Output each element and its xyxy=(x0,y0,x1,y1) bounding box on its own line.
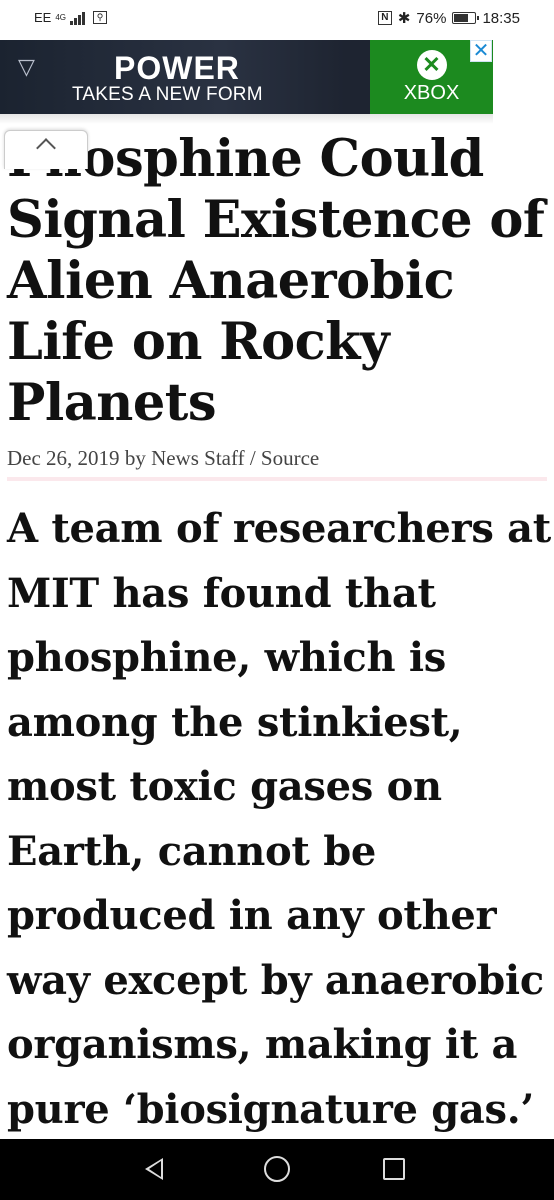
carrier-label: EE xyxy=(34,10,52,25)
article-lead: A team of researchers at MIT has found t… xyxy=(7,505,551,1133)
status-right: N ✱ 76% 18:35 xyxy=(377,9,520,27)
destiny-logo-icon: ▽ xyxy=(18,54,35,79)
ad-shadow xyxy=(0,114,493,124)
battery-percent: 76% xyxy=(416,9,447,27)
xbox-logo-icon: ✕ xyxy=(416,50,447,80)
author-link[interactable]: News Staff xyxy=(151,446,245,470)
signal-icon xyxy=(70,11,86,25)
ad-headline: POWER xyxy=(114,50,240,86)
notification-icon: ⚲ xyxy=(93,11,108,24)
ad-close-button[interactable]: ✕ xyxy=(470,40,492,62)
ad-banner[interactable]: ▽ POWER TAKES A NEW FORM ✕ XBOX xyxy=(0,40,493,114)
back-icon[interactable] xyxy=(145,1158,163,1180)
clock: 18:35 xyxy=(482,9,520,27)
article-title: Phosphine Could Signal Existence of Alie… xyxy=(7,129,545,433)
bluetooth-icon: ✱ xyxy=(397,10,411,27)
status-bar: EE 4G ⚲ N ✱ 76% 18:35 xyxy=(0,0,554,38)
collapse-ad-button[interactable] xyxy=(4,130,88,169)
home-icon[interactable] xyxy=(264,1156,290,1182)
meta-divider xyxy=(7,477,547,481)
meta-separator: / xyxy=(249,446,256,470)
article-meta: Dec 26, 2019 by News Staff / Source xyxy=(7,446,319,471)
system-nav-bar xyxy=(0,1139,554,1200)
source-link[interactable]: Source xyxy=(261,446,319,470)
article-date: Dec 26, 2019 xyxy=(7,446,120,470)
byline-by: by xyxy=(124,446,146,470)
status-left: EE 4G ⚲ xyxy=(34,10,108,25)
network-type: 4G xyxy=(55,12,67,22)
recents-icon[interactable] xyxy=(383,1158,405,1180)
ad-subline: TAKES A NEW FORM xyxy=(72,84,263,105)
ad-brand: XBOX xyxy=(403,82,460,104)
battery-icon xyxy=(452,12,480,24)
chevron-up-icon xyxy=(36,138,56,158)
nfc-icon: N xyxy=(377,11,392,25)
